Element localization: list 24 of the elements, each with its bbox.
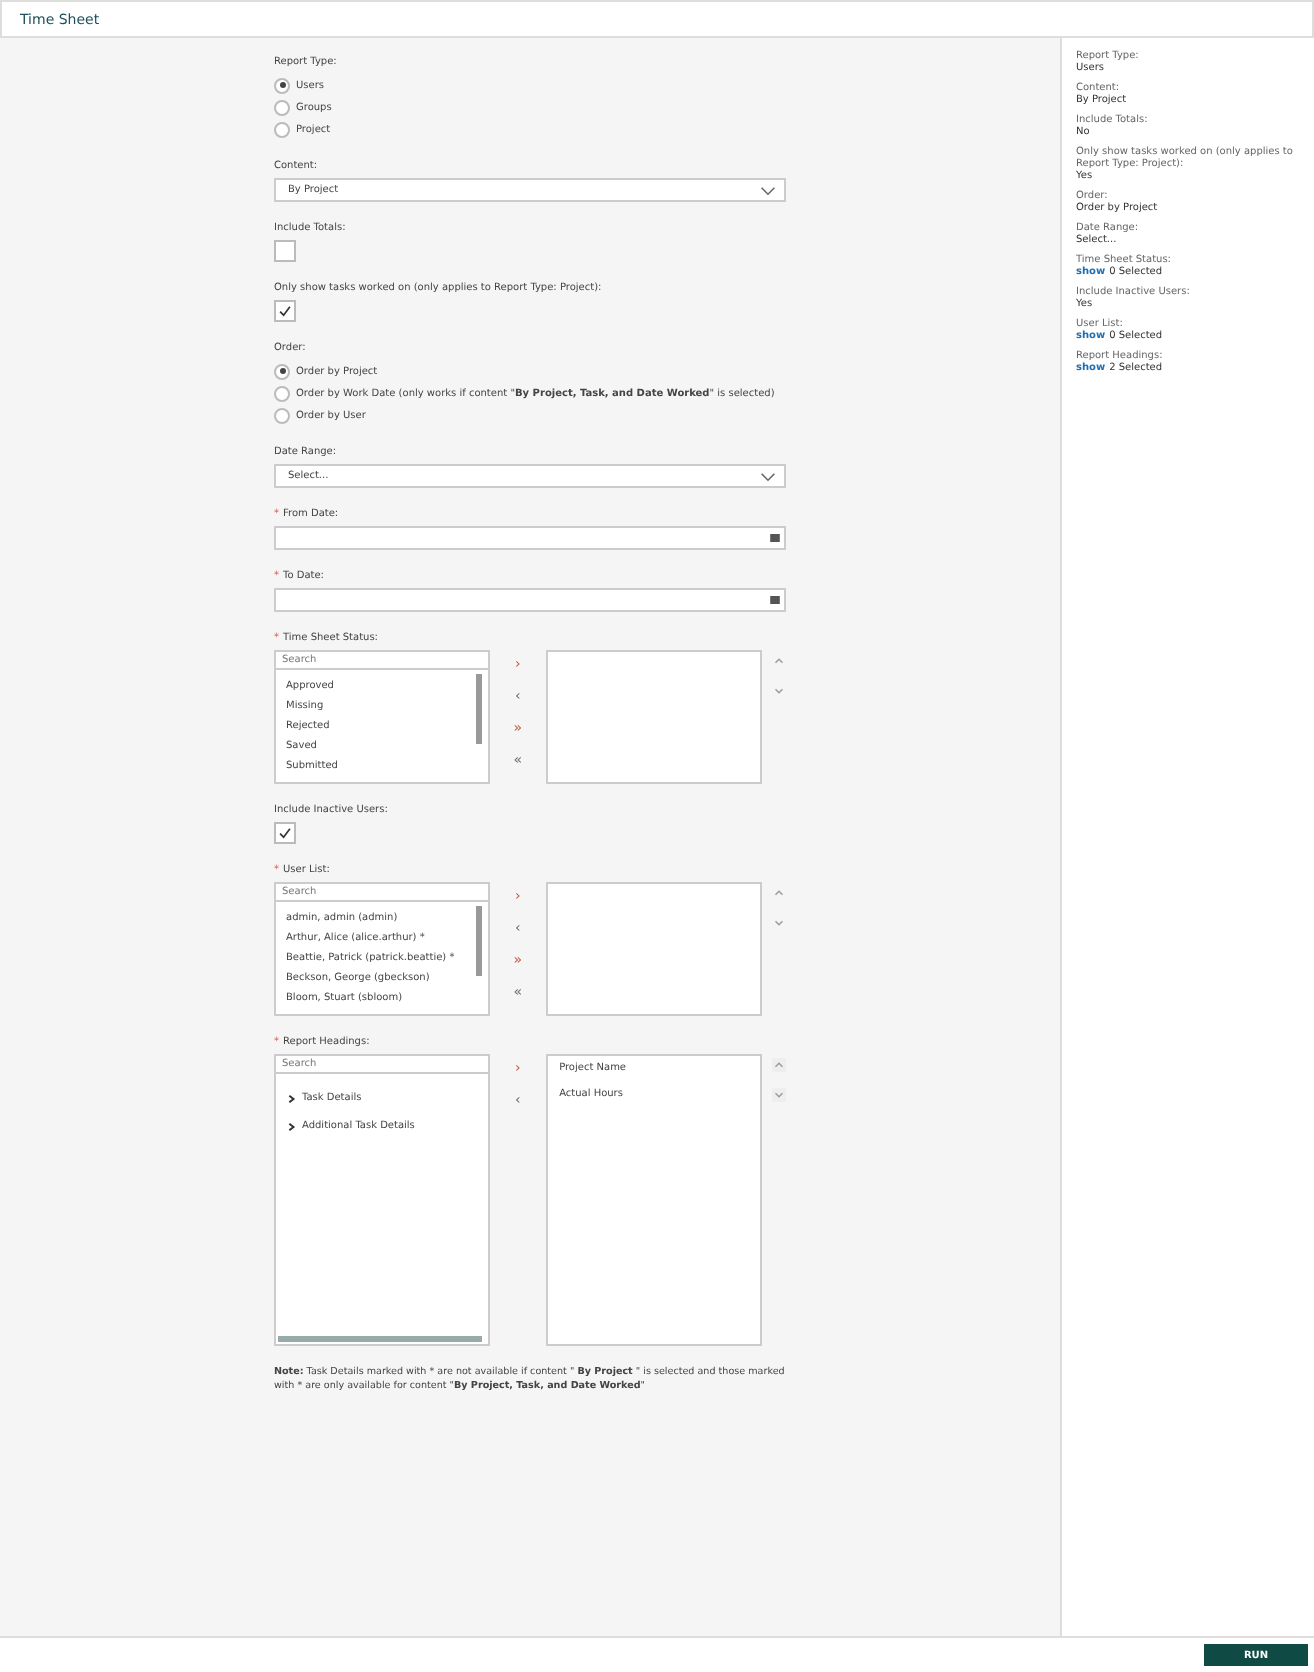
radio-button[interactable] (274, 77, 290, 93)
chevron-down-icon (760, 185, 776, 195)
chevron-down-icon[interactable] (772, 916, 787, 930)
chevron-down-icon[interactable] (772, 1088, 787, 1102)
chevron-icon[interactable] (286, 1121, 296, 1131)
radio-button[interactable] (274, 407, 290, 423)
radio-button[interactable] (274, 121, 290, 137)
checkbox[interactable] (274, 822, 296, 844)
scrollbar[interactable] (476, 906, 483, 976)
chevron-up-icon[interactable] (772, 886, 787, 900)
radio-button[interactable] (274, 99, 290, 115)
chevron-icon[interactable] (286, 1093, 296, 1103)
radio-button[interactable] (274, 385, 290, 401)
chevron-down-icon (760, 471, 776, 481)
checkmark-icon (278, 826, 292, 840)
chevron-up-icon[interactable] (772, 654, 787, 668)
checkbox[interactable] (274, 300, 296, 322)
checkbox[interactable] (274, 240, 296, 262)
scrollbar[interactable] (476, 674, 483, 744)
chevron-up-icon[interactable] (772, 1058, 787, 1072)
chevron-down-icon[interactable] (772, 684, 787, 698)
scrollbar[interactable] (278, 1336, 482, 1342)
radio-button[interactable] (274, 363, 290, 379)
checkmark-icon (278, 304, 292, 318)
